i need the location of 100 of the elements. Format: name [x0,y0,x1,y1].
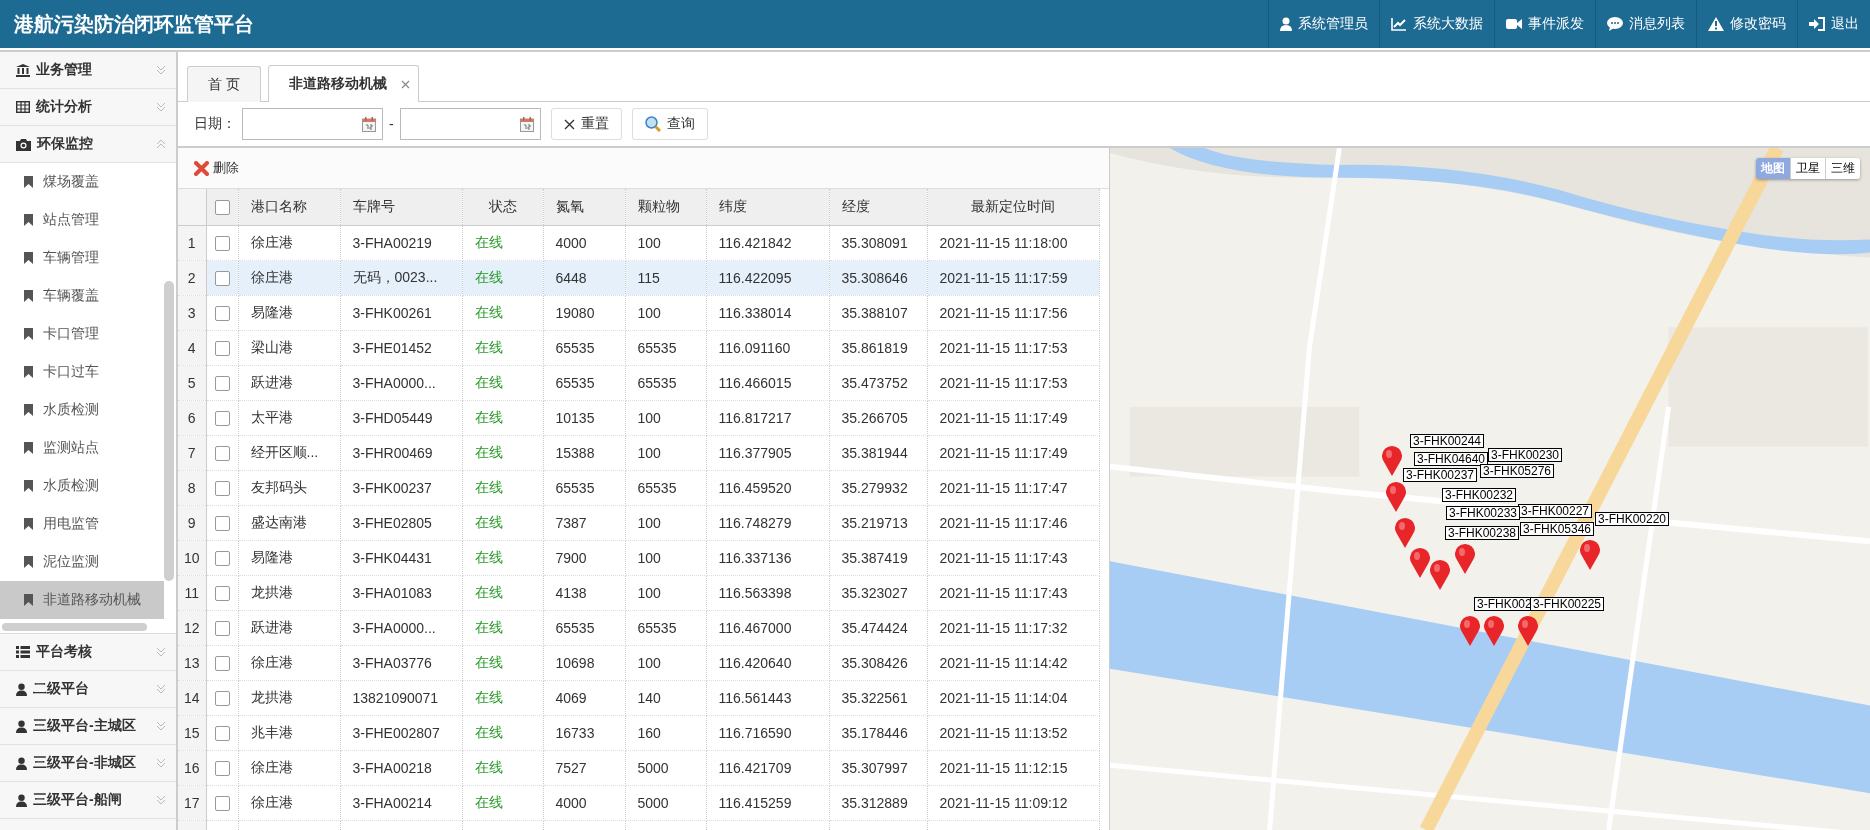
checkbox[interactable] [214,620,230,636]
checkbox[interactable] [214,690,230,706]
table-row[interactable]: 10 易隆港 3-FHK04431 在线 7900 100 116.337136 35.387419 2021-11-15 11:17:43 [178,540,1099,575]
table-cell: 2021-11-15 11:17:43 [927,575,1099,610]
table-row[interactable]: 16 徐庄港 3-FHA00218 在线 7527 5000 116.421709 35.307997 2021-11-15 11:12:15 [178,750,1099,785]
sidebar-item[interactable]: 车辆管理 [0,239,164,277]
calendar-icon[interactable] [519,116,534,132]
scrollbar[interactable] [2,623,147,631]
table-row[interactable]: 3 易隆港 3-FHK00261 在线 19080 100 116.338014 35.388107 2021-11-15 11:17:56 [178,295,1099,330]
warning-icon [1708,17,1724,31]
map-pin-icon[interactable] [1382,446,1402,476]
checkbox[interactable] [214,760,230,776]
table-cell: 16733 [543,715,625,750]
sidebar-item[interactable]: 车辆覆盖 [0,277,164,315]
date-field[interactable] [399,108,541,140]
table-row[interactable]: 17 徐庄港 3-FHA00214 在线 4000 5000 116.415259 35.312889 2021-11-15 11:09:12 [178,785,1099,820]
sidebar-item[interactable]: 卡口过车 [0,353,164,391]
checkbox[interactable] [214,410,230,426]
header-menu-item[interactable]: 退出 [1797,0,1870,48]
header-menu-item[interactable]: 修改密码 [1696,0,1797,48]
table-row[interactable]: 2 徐庄港 无码，0023... 在线 6448 115 116.422095 35.308646 2021-11-15 11:17:59 [178,260,1099,295]
sidebar-item[interactable]: 非道路移动机械 [0,581,164,619]
header-menu-item[interactable]: 系统管理员 [1268,0,1379,48]
table-row[interactable]: 11 龙拱港 3-FHA01083 在线 4138 100 116.563398 35.323027 2021-11-15 11:17:43 [178,575,1099,610]
map-type-button[interactable]: 卫星 [1790,158,1825,179]
calendar-icon[interactable] [362,116,376,132]
close-icon[interactable] [400,79,410,89]
reset-button[interactable]: 重置 [550,108,622,140]
map-pin-icon[interactable] [1410,548,1430,578]
bookmark-icon [24,290,33,302]
sidebar-item[interactable]: 卡口管理 [0,315,164,353]
table-cell: 65535 [543,330,625,365]
table-cell: 116.420640 [706,645,829,680]
checkbox[interactable] [214,480,230,496]
marker-label: 3-FHK05346 [1520,522,1595,536]
checkbox[interactable] [214,725,230,741]
table-cell: 2021-11-15 11:17:47 [927,470,1099,505]
checkbox[interactable] [214,235,230,251]
user-icon [16,756,27,770]
map-pin-icon[interactable] [1518,616,1538,646]
checkbox[interactable] [214,795,230,811]
table-cell: 2021-11-15 11:17:43 [927,540,1099,575]
table-cell: 116.421709 [706,750,829,785]
search-button[interactable]: 查询 [631,108,708,140]
table-cell: 116.716590 [706,715,829,750]
table-cell: 35.312889 [829,785,927,820]
table-row[interactable]: 15 兆丰港 3-FHE002807 在线 16733 160 116.716590 35.178446 2021-11-15 11:13:52 [178,715,1099,750]
checkbox[interactable] [214,655,230,671]
table-row[interactable]: 12 跃进港 3-FHA0000... 在线 65535 65535 116.467000 35.474424 2021-11-15 11:17:32 [178,610,1099,645]
table-row[interactable]: 6 太平港 3-FHD05449 在线 10135 100 116.817217 35.266705 2021-11-15 11:17:49 [178,400,1099,435]
table-cell: 65535 [543,365,625,400]
map-pin-icon[interactable] [1460,616,1480,646]
table-row[interactable]: 5 跃进港 3-FHA0000... 在线 65535 65535 116.466015 35.473752 2021-11-15 11:17:53 [178,365,1099,400]
scrollbar[interactable] [164,281,174,581]
sidebar-item[interactable]: 站点管理 [0,201,164,239]
checkbox[interactable] [214,200,230,216]
table-cell: 在线 [462,295,543,330]
checkbox[interactable] [214,270,230,286]
table-row[interactable]: 4 梁山港 3-FHE01452 在线 65535 65535 116.091160 35.861819 2021-11-15 11:17:53 [178,330,1099,365]
table-row[interactable]: 8 友邦码头 3-FHK00237 在线 65535 65535 116.459520 35.279932 2021-11-15 11:17:47 [178,470,1099,505]
sidebar-item[interactable]: 水质检测 [0,467,164,505]
table-cell: 7900 [543,540,625,575]
table-row[interactable]: 1 徐庄港 3-FHA00219 在线 4000 100 116.421842 35.308091 2021-11-15 11:18:00 [178,225,1099,260]
checkbox[interactable] [214,375,230,391]
tab[interactable]: 非道路移动机械 [267,65,419,102]
sidebar-item[interactable]: 监测站点 [0,429,164,467]
sidebar-item[interactable]: 煤场覆盖 [0,163,164,201]
map-pin-icon[interactable] [1580,540,1600,570]
checkbox[interactable] [214,515,230,531]
sidebar-item[interactable]: 泥位监测 [0,543,164,581]
table-row[interactable]: 13 徐庄港 3-FHA03776 在线 10698 100 116.420640 35.308426 2021-11-15 11:14:42 [178,645,1099,680]
marker-label: 3-FHK00227 [1518,504,1593,518]
tab[interactable]: 首 页 [187,66,261,102]
delete-button[interactable]: 删除 [194,159,239,177]
header-menu-item[interactable]: 消息列表 [1595,0,1696,48]
checkbox[interactable] [214,305,230,321]
checkbox[interactable] [214,550,230,566]
sign-out-icon [1809,17,1825,31]
checkbox[interactable] [214,445,230,461]
table-cell: 7527 [543,750,625,785]
table-cell: 10135 [543,400,625,435]
map-type-button[interactable]: 三维 [1825,158,1860,179]
header-menu-item[interactable]: 系统大数据 [1379,0,1494,48]
table-cell: 在线 [462,750,543,785]
map-pin-icon[interactable] [1430,560,1450,590]
map-pin-icon[interactable] [1455,544,1475,574]
table-cell: 116.563398 [706,575,829,610]
table-row[interactable]: 7 经开区顺... 3-FHR00469 在线 15388 100 116.377905 35.381944 2021-11-15 11:17:49 [178,435,1099,470]
map-pin-icon[interactable] [1395,518,1415,548]
map-pin-icon[interactable] [1484,616,1504,646]
sidebar-item[interactable]: 用电监管 [0,505,164,543]
table-cell: 3-FHA01083 [340,575,462,610]
checkbox[interactable] [214,340,230,356]
checkbox[interactable] [214,585,230,601]
header-menu-item[interactable]: 事件派发 [1494,0,1595,48]
table-row[interactable]: 14 龙拱港 13821090071 在线 4069 140 116.561443 35.322561 2021-11-15 11:14:04 [178,680,1099,715]
map-pin-icon[interactable] [1386,482,1406,512]
date-field[interactable] [242,108,383,140]
sidebar-item[interactable]: 水质检测 [0,391,164,429]
table-row[interactable]: 9 盛达南港 3-FHE02805 在线 7387 100 116.748279 35.219713 2021-11-15 11:17:46 [178,505,1099,540]
